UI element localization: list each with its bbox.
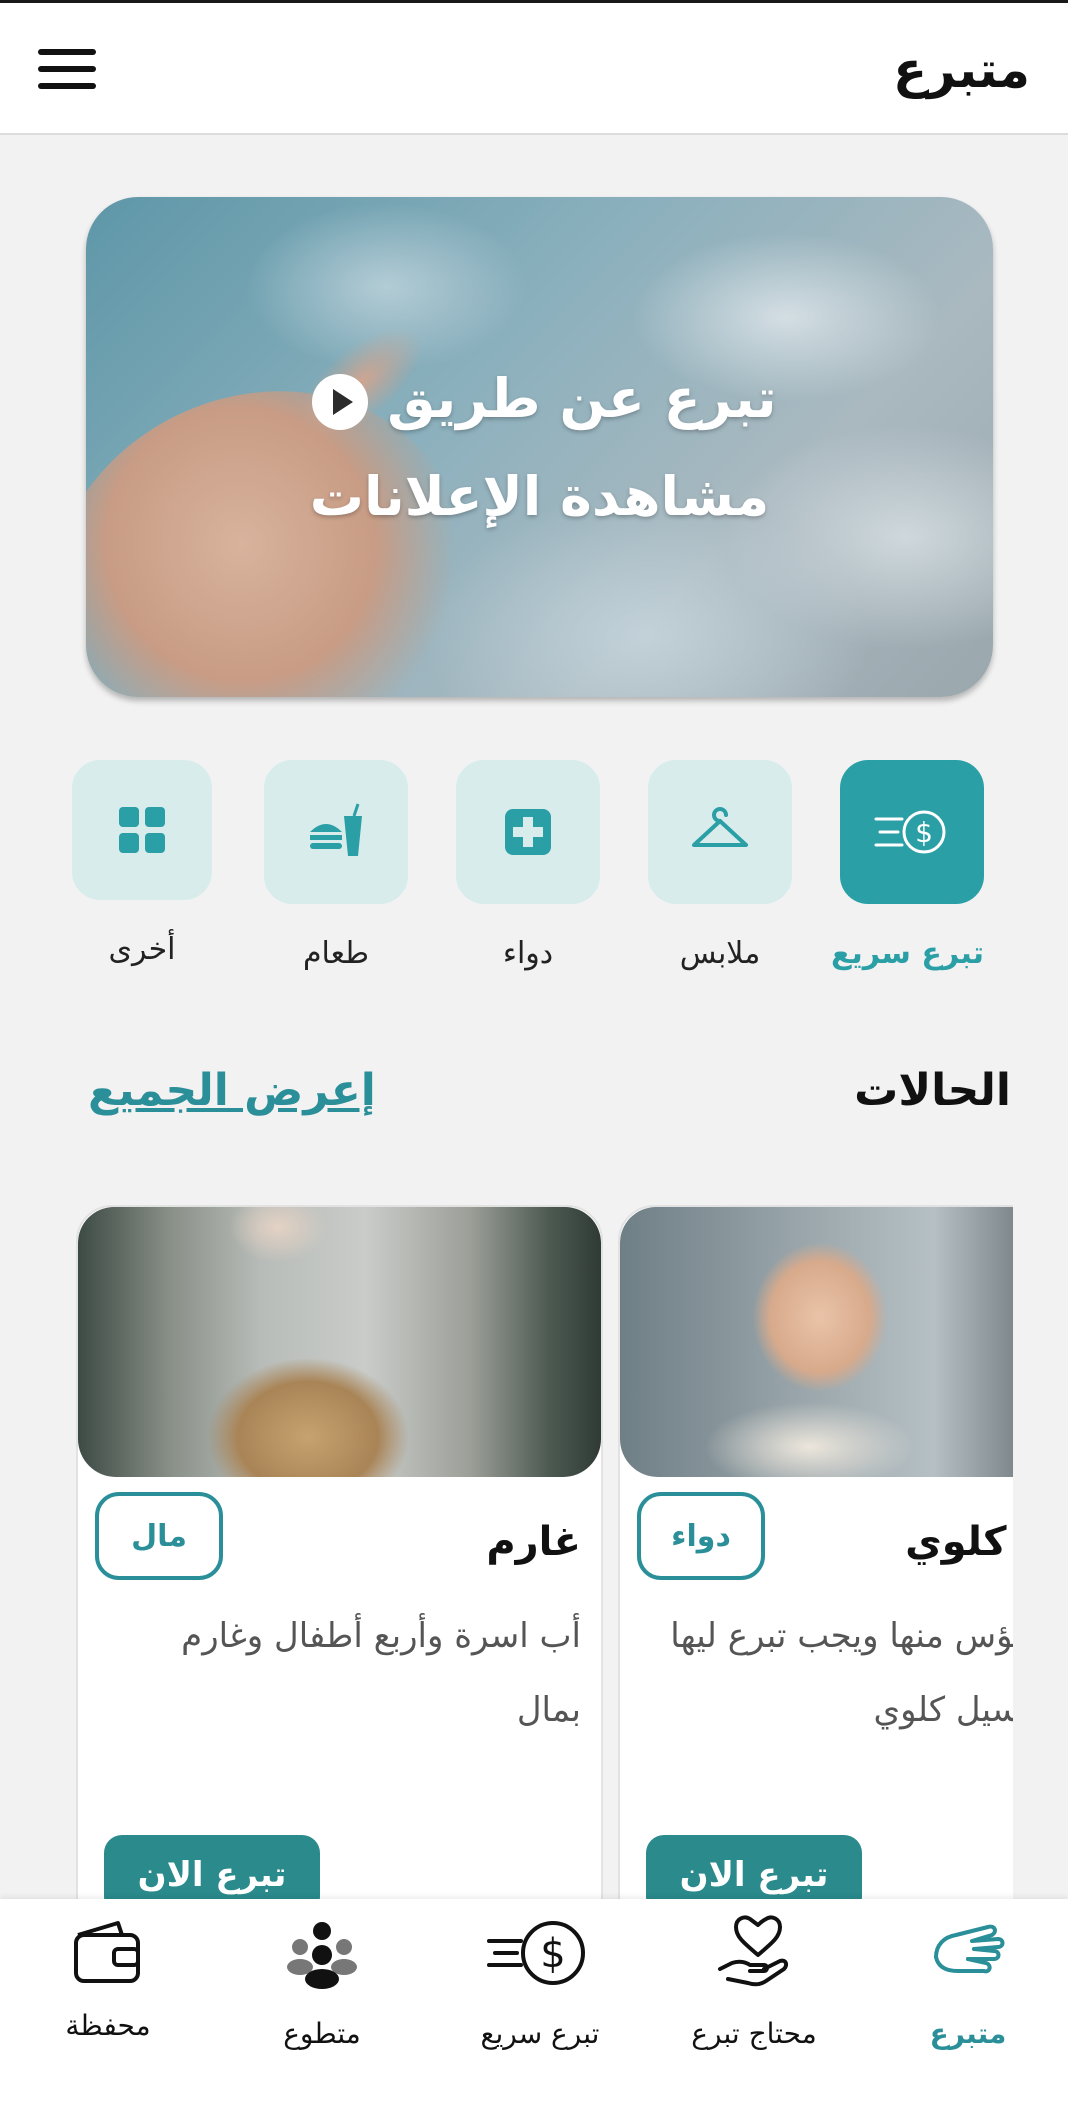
play-icon[interactable]: [312, 374, 369, 431]
donor-hand-icon: [934, 1924, 1005, 1974]
cases-carousel[interactable]: مال غارم أب اسرة وأربع أطفال وغارم بمال …: [0, 1205, 1013, 1905]
case-photo: [620, 1207, 1013, 1477]
banner-line2: مشاهدة الإعلانات: [309, 465, 770, 528]
category-label: طعام: [302, 936, 370, 971]
nav-label: محفظة: [65, 2009, 151, 2042]
nav-donor[interactable]: متبرع: [868, 1899, 1068, 2117]
category-clothes[interactable]: ملابس: [648, 760, 792, 971]
nav-wallet[interactable]: محفظة: [8, 1899, 208, 2117]
app-bar: متبرع: [0, 3, 1068, 135]
case-type-badge: دواء: [637, 1492, 765, 1580]
category-label: دواء: [502, 936, 554, 971]
category-medicine[interactable]: دواء: [456, 760, 600, 971]
case-description: أب اسرة وأربع أطفال وغارم بمال: [181, 1616, 581, 1730]
category-tile[interactable]: [72, 760, 212, 900]
heart-hand-icon: [718, 1915, 789, 1987]
donate-now-button[interactable]: تبرع الان: [646, 1835, 862, 1905]
bottom-navigation: محفظة متطوع $ تبرع سريع محتاج تبرع متبرع: [0, 1899, 1068, 2117]
category-food[interactable]: طعام: [264, 760, 408, 971]
case-photo: [78, 1207, 601, 1477]
category-other[interactable]: أخرى: [72, 760, 212, 967]
nav-label: محتاج تبرع: [691, 2017, 817, 2050]
case-card[interactable]: مال غارم أب اسرة وأربع أطفال وغارم بمال …: [76, 1205, 603, 1905]
quick-donate-icon: $: [487, 1921, 585, 1985]
nav-quick-donate[interactable]: $ تبرع سريع: [440, 1899, 640, 2117]
ad-donation-banner[interactable]: تبرع عن طريق مشاهدة الإعلانات: [86, 197, 993, 697]
category-label: أخرى: [108, 932, 176, 967]
category-tile[interactable]: [264, 760, 408, 904]
category-tile[interactable]: [648, 760, 792, 904]
view-all-link[interactable]: إعرض الجميع: [88, 1065, 376, 1116]
case-description: طفل ميؤس منها ويجب تبرع ليها لعمل غسيل ك…: [670, 1616, 1013, 1730]
quick-donate-icon: $: [874, 810, 946, 854]
volunteers-icon: [287, 1922, 357, 1989]
nav-label: متبرع: [929, 2017, 1007, 2050]
nav-label: تبرع سريع: [480, 2017, 600, 2050]
menu-icon[interactable]: [38, 49, 96, 93]
nav-need-donation[interactable]: محتاج تبرع: [654, 1899, 854, 2117]
nav-label: متطوع: [283, 2017, 361, 2050]
grid-icon: [119, 807, 165, 853]
food-icon: [310, 803, 362, 856]
banner-line1: تبرع عن طريق: [86, 367, 993, 431]
wallet-icon: [74, 1921, 140, 1983]
case-card[interactable]: دواء فشل كلوي طفل ميؤس منها ويجب تبرع لي…: [618, 1205, 1013, 1905]
category-tile[interactable]: [456, 760, 600, 904]
svg-text:$: $: [540, 1931, 565, 1977]
medical-cross-icon: [505, 809, 551, 855]
hanger-icon: [692, 807, 748, 847]
category-quick-donate[interactable]: $ تبرع سريع: [830, 760, 984, 971]
case-name: فشل كلوي: [905, 1519, 1013, 1565]
svg-text:$: $: [915, 816, 933, 849]
category-label: تبرع سريع: [830, 936, 984, 971]
category-tile[interactable]: $: [840, 760, 984, 904]
case-name: غارم: [486, 1519, 581, 1565]
nav-volunteer[interactable]: متطوع: [222, 1899, 422, 2117]
cases-title: الحالات: [854, 1065, 1011, 1116]
app-title: متبرع: [892, 41, 1030, 99]
case-type-badge: مال: [95, 1492, 223, 1580]
donate-now-button[interactable]: تبرع الان: [104, 1835, 320, 1905]
category-label: ملابس: [679, 936, 761, 971]
